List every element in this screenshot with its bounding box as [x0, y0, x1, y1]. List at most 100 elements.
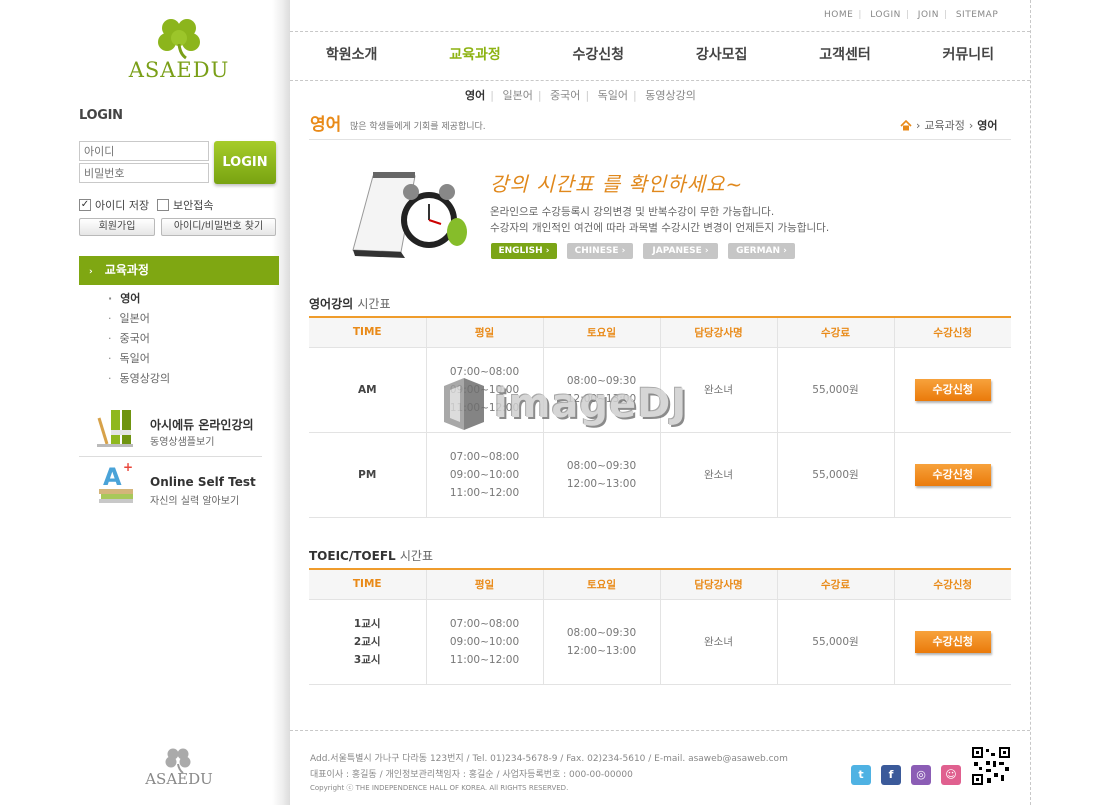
logo-text[interactable]: ASAEDU — [122, 58, 236, 82]
home-link[interactable]: HOME — [824, 10, 853, 20]
divider — [290, 80, 1030, 81]
lang-japanese-button[interactable]: JAPANESE › — [643, 243, 718, 259]
apply-cell: 수강신청 — [893, 347, 1011, 433]
password-input[interactable] — [79, 163, 209, 183]
breadcrumb: › 교육과정 › 영어 — [900, 117, 998, 133]
page-title: 영어 — [310, 115, 342, 135]
subnav-video[interactable]: 동영상강의 — [645, 89, 696, 102]
teacher-name: 완소녀 — [659, 599, 777, 685]
divider — [309, 139, 1011, 140]
apply-cell: 수강신청 — [893, 599, 1011, 685]
qr-code-icon — [972, 747, 1010, 785]
side-sub-menu: 영어 일본어 중국어 독일어 동영상강의 — [108, 291, 171, 391]
toeic-schedule-table: TIME 평일 토요일 담당강사명 수강료 수강신청 1교시 2교시 3교시 07:… — [309, 568, 1011, 685]
breadcrumb-current: 영어 — [977, 119, 998, 132]
online-lecture-banner[interactable]: 아시에듀 온라인강의 동영상샘플보기 — [79, 402, 262, 454]
watermark: imageDJ — [440, 376, 687, 432]
find-account-button[interactable]: 아이디/비밀번호 찾기 — [161, 218, 276, 236]
side-menu-item-chinese[interactable]: 중국어 — [108, 331, 170, 351]
banner-line-2: 수강자의 개인적인 여건에 따라 과목별 수강시간 변경이 언제든지 가능합니다… — [490, 222, 830, 234]
lang-english-button[interactable]: ENGLISH › — [491, 243, 557, 259]
lang-chinese-button[interactable]: CHINESE › — [567, 243, 633, 259]
nav-item-support[interactable]: 고객센터 — [783, 32, 906, 80]
subnav-japanese[interactable]: 일본어 — [502, 89, 532, 102]
row-label: PM — [309, 432, 426, 518]
col-teacher: 담당강사명 — [659, 316, 777, 348]
banner-line-1: 온라인으로 수강등록시 강의변경 및 반복수강이 무한 가능합니다. — [490, 206, 775, 218]
lang-german-button[interactable]: GERMAN › — [728, 243, 795, 259]
divider — [1030, 0, 1031, 805]
chevron-right-icon: › — [916, 118, 921, 132]
toeic-schedule-title: TOEIC/TOEFL 시간표 — [309, 549, 433, 563]
join-button[interactable]: 회원가입 — [79, 218, 155, 236]
subnav-english[interactable]: 영어 — [465, 89, 485, 102]
checkbox-checked-icon[interactable]: ✓ — [79, 199, 91, 211]
side-menu-header-label: 교육과정 — [104, 263, 149, 277]
banner-title: 강의 시간표 를 확인하세요~ — [490, 172, 744, 196]
table-header-row: TIME 평일 토요일 담당강사명 수강료 수강신청 — [309, 568, 1011, 600]
apply-button[interactable]: 수강신청 — [914, 630, 991, 653]
fee: 55,000원 — [776, 432, 894, 518]
side-menu-item-video[interactable]: 동영상강의 — [108, 371, 171, 391]
side-menu-item-english[interactable]: 영어 — [108, 291, 170, 311]
arrow-right-icon: › — [89, 267, 93, 277]
top-utility-links: HOME | LOGIN | JOIN | SITEMAP — [824, 10, 999, 20]
main-navigation: 학원소개 교육과정 수강신청 강사모집 고객센터 커뮤니티 — [290, 32, 1030, 80]
banner-description: 온라인으로 수강등록시 강의변경 및 반복수강이 무한 가능합니다. 수강자의 … — [490, 204, 829, 236]
save-id-checkbox[interactable]: ✓ 아이디 저장 — [79, 197, 149, 213]
col-weekday: 평일 — [425, 316, 543, 348]
footer-address: Add.서울특별시 가나구 다라동 123번지 / Tel. 01)234-56… — [310, 754, 788, 764]
self-test-banner[interactable]: A + Online Self Test 자신의 실력 알아보기 — [79, 461, 262, 513]
save-id-label: 아이디 저장 — [95, 199, 150, 212]
watermark-cube-icon — [444, 378, 484, 430]
apply-button[interactable]: 수강신청 — [914, 463, 991, 486]
table-header-row: TIME 평일 토요일 담당강사명 수강료 수강신청 — [309, 316, 1011, 348]
nav-item-recruit[interactable]: 강사모집 — [660, 32, 783, 80]
row-label: 1교시 2교시 3교시 — [309, 599, 426, 685]
fee: 55,000원 — [776, 599, 894, 685]
footer-logo-text: ASAEDU — [145, 770, 213, 788]
online-lecture-title: 아시에듀 온라인강의 — [150, 418, 254, 432]
facebook-icon[interactable]: f — [881, 765, 901, 785]
checkbox-icon[interactable] — [157, 199, 169, 211]
id-input[interactable] — [79, 141, 209, 161]
breadcrumb-item[interactable]: 교육과정 — [924, 117, 964, 133]
side-menu-item-japanese[interactable]: 일본어 — [108, 311, 170, 331]
weekday-times: 07:00~08:00 09:00~10:00 11:00~12:00 — [425, 599, 543, 685]
table-row: PM 07:00~08:00 09:00~10:00 11:00~12:00 08:… — [309, 432, 1011, 518]
me2day-icon[interactable]: ◎ — [911, 765, 931, 785]
letter-a-books-icon: A + — [99, 461, 133, 503]
page-description: 많은 학생들에게 기회를 제공합니다. — [350, 122, 486, 132]
nav-item-registration[interactable]: 수강신청 — [537, 32, 660, 80]
nav-item-community[interactable]: 커뮤니티 — [907, 32, 1030, 80]
home-icon[interactable] — [900, 119, 912, 131]
nav-item-about[interactable]: 학원소개 — [290, 32, 413, 80]
subnav-chinese[interactable]: 중국어 — [550, 89, 580, 102]
col-time: TIME — [309, 316, 426, 348]
login-button[interactable]: LOGIN — [214, 141, 276, 184]
col-teacher: 담당강사명 — [659, 568, 777, 600]
watermark-text: imageDJ — [494, 381, 688, 427]
apply-cell: 수강신청 — [893, 432, 1011, 518]
login-link[interactable]: LOGIN — [870, 10, 901, 20]
join-link[interactable]: JOIN — [918, 10, 939, 20]
secure-login-label: 보안접속 — [173, 199, 214, 212]
side-menu-item-german[interactable]: 독일어 — [108, 351, 170, 371]
sitemap-link[interactable]: SITEMAP — [956, 10, 998, 20]
self-test-sub: 자신의 실력 알아보기 — [150, 496, 240, 507]
subnav-german[interactable]: 독일어 — [598, 89, 628, 102]
clover-logo-icon[interactable] — [156, 16, 202, 60]
nav-item-curriculum[interactable]: 교육과정 — [413, 32, 536, 80]
sidebar: ASAEDU LOGIN LOGIN ✓ 아이디 저장 보안접속 회원가입 아이… — [0, 0, 290, 805]
yozm-icon[interactable]: ☺ — [941, 765, 961, 785]
col-saturday: 토요일 — [542, 316, 660, 348]
saturday-times: 08:00~09:30 12:00~13:00 — [542, 432, 660, 518]
twitter-icon[interactable]: t — [851, 765, 871, 785]
sub-navigation: 영어 | 일본어 | 중국어 | 독일어 | 동영상강의 — [465, 89, 696, 102]
apply-button[interactable]: 수강신청 — [914, 378, 991, 401]
secure-login-checkbox[interactable]: 보안접속 — [157, 197, 213, 213]
login-heading: LOGIN — [79, 108, 123, 123]
side-separator — [79, 456, 262, 457]
footer-copyright: Copyright ⓒ THE INDEPENDENCE HALL OF KOR… — [310, 784, 569, 792]
side-menu-header[interactable]: › 교육과정 — [79, 256, 279, 285]
